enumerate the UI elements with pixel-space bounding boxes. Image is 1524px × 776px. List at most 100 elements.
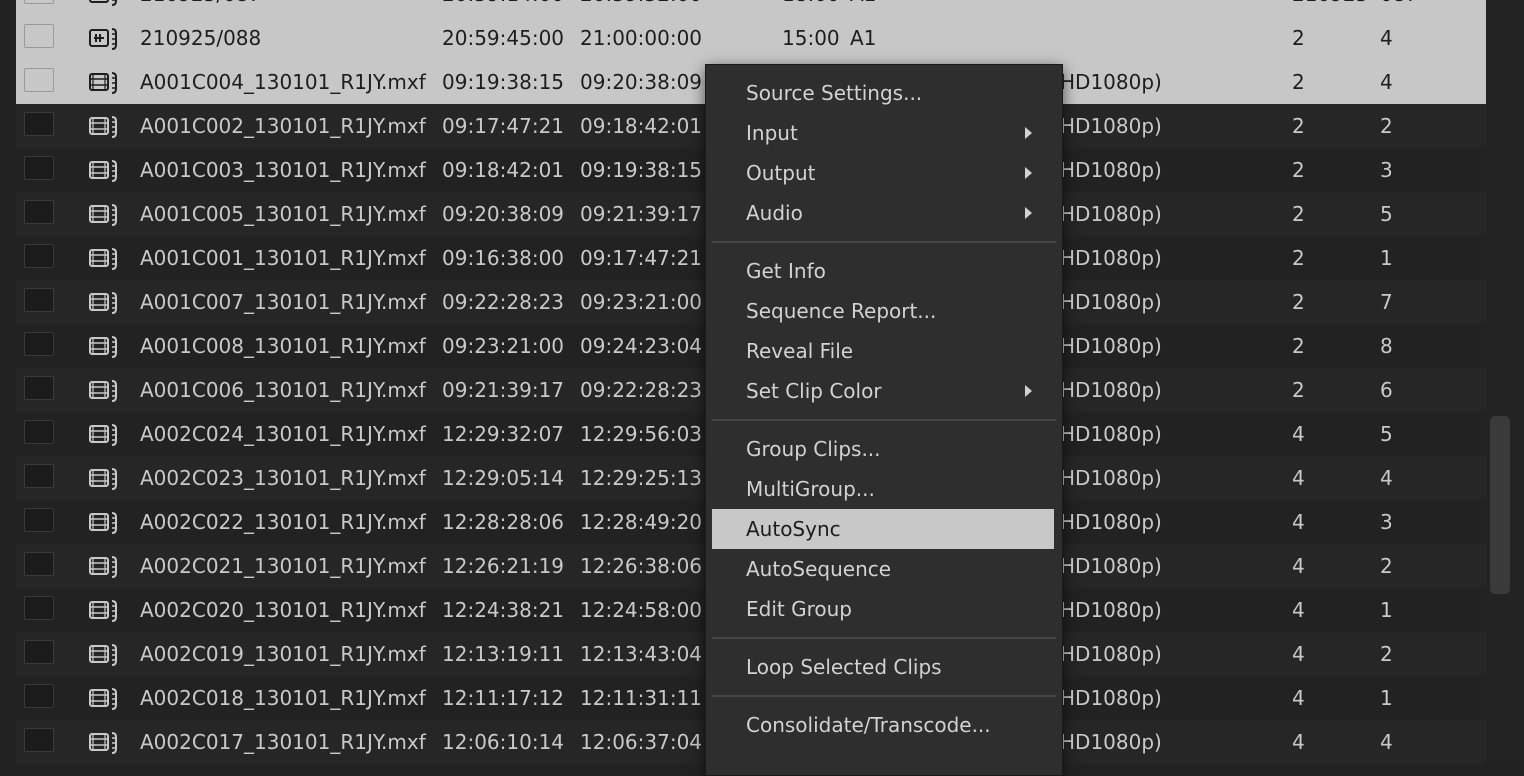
- clip-name: A002C017_130101_R1JY.mxf: [140, 730, 426, 754]
- menu-item-input[interactable]: Input: [712, 113, 1054, 153]
- source-in: 09:19:38:15: [442, 70, 565, 94]
- menu-item-sequence-report[interactable]: Sequence Report...: [712, 291, 1054, 331]
- row-checkbox[interactable]: [24, 288, 54, 312]
- source-in: 12:26:21:19: [442, 554, 565, 578]
- row-checkbox[interactable]: [24, 684, 54, 708]
- menu-item-multigroup[interactable]: MultiGroup...: [712, 469, 1054, 509]
- scrollbar-thumb[interactable]: [1490, 416, 1510, 594]
- video-audio-clip-icon: [88, 246, 120, 272]
- video-format: HD1080p): [1060, 686, 1162, 710]
- row-checkbox[interactable]: [24, 464, 54, 488]
- clip-name: A001C007_130101_R1JY.mxf: [140, 290, 426, 314]
- submenu-arrow-icon: [1025, 385, 1032, 397]
- row-checkbox[interactable]: [24, 68, 54, 92]
- video-audio-clip-icon: [88, 598, 120, 624]
- menu-item-group-clips[interactable]: Group Clips...: [712, 429, 1054, 469]
- menu-item-label: AutoSync: [746, 517, 841, 541]
- column-value-2: 4: [1380, 70, 1393, 94]
- video-format: HD1080p): [1060, 510, 1162, 534]
- source-in: 12:06:10:14: [442, 730, 565, 754]
- row-checkbox[interactable]: [24, 0, 54, 4]
- column-value-1: 210925: [1292, 0, 1368, 16]
- menu-item-source-settings[interactable]: Source Settings...: [712, 73, 1054, 113]
- clip-name: A002C018_130101_R1JY.mxf: [140, 686, 426, 710]
- column-value-1: 2: [1292, 114, 1305, 138]
- video-format: HD1080p): [1060, 422, 1162, 446]
- column-value-2: 2: [1380, 642, 1393, 666]
- row-checkbox[interactable]: [24, 728, 54, 752]
- row-checkbox[interactable]: [24, 420, 54, 444]
- menu-item-label: Audio: [746, 201, 803, 225]
- menu-separator: [712, 241, 1056, 243]
- source-in: 12:28:28:06: [442, 510, 565, 534]
- scrollbar-track[interactable]: [1486, 0, 1524, 760]
- row-checkbox[interactable]: [24, 112, 54, 136]
- video-audio-clip-icon: [88, 290, 120, 316]
- menu-item-label: MultiGroup...: [746, 477, 875, 501]
- source-in: 09:18:42:01: [442, 158, 565, 182]
- column-value-1: 2: [1292, 378, 1305, 402]
- row-checkbox[interactable]: [24, 200, 54, 224]
- row-checkbox[interactable]: [24, 640, 54, 664]
- video-format: HD1080p): [1060, 334, 1162, 358]
- row-checkbox[interactable]: [24, 552, 54, 576]
- menu-item-output[interactable]: Output: [712, 153, 1054, 193]
- table-row[interactable]: 210925/088 20:59:45:00 21:00:00:00 15:00 A1 2…: [16, 16, 1486, 60]
- source-in: 20:59:14:00: [442, 0, 564, 16]
- row-checkbox[interactable]: [24, 156, 54, 180]
- column-value-1: 4: [1292, 642, 1305, 666]
- video-format: HD1080p): [1060, 378, 1162, 402]
- menu-item-label: Source Settings...: [746, 81, 923, 105]
- source-in: 12:29:32:07: [442, 422, 565, 446]
- row-checkbox[interactable]: [24, 376, 54, 400]
- source-in: 09:20:38:09: [442, 202, 565, 226]
- column-value-2: 3: [1380, 158, 1393, 182]
- menu-item-label: Reveal File: [746, 339, 854, 363]
- menu-item-consolidate-transcode[interactable]: Consolidate/Transcode...: [712, 705, 1054, 745]
- menu-item-autosequence[interactable]: AutoSequence: [712, 549, 1054, 589]
- video-format: HD1080p): [1060, 290, 1162, 314]
- menu-item-autosync[interactable]: AutoSync: [712, 509, 1054, 549]
- source-out: 12:26:38:06: [580, 554, 703, 578]
- row-checkbox[interactable]: [24, 508, 54, 532]
- column-value-2: 7: [1380, 290, 1393, 314]
- source-out: 12:29:25:13: [580, 466, 703, 490]
- menu-item-loop-selected-clips[interactable]: Loop Selected Clips: [712, 647, 1054, 687]
- source-out: 09:24:23:04: [580, 334, 703, 358]
- clip-name: A002C023_130101_R1JY.mxf: [140, 466, 426, 490]
- video-audio-clip-icon: [88, 554, 120, 580]
- clip-name: A001C003_130101_R1JY.mxf: [140, 158, 426, 182]
- column-value-2: 4: [1380, 730, 1393, 754]
- column-value-2: 3: [1380, 510, 1393, 534]
- column-value-1: 4: [1292, 554, 1305, 578]
- menu-item-edit-group[interactable]: Edit Group: [712, 589, 1054, 629]
- video-format: HD1080p): [1060, 158, 1162, 182]
- row-checkbox[interactable]: [24, 244, 54, 268]
- source-in: 12:13:19:11: [442, 642, 565, 666]
- menu-item-reveal-file[interactable]: Reveal File: [712, 331, 1054, 371]
- video-audio-clip-icon: [88, 114, 120, 140]
- menu-item-get-info[interactable]: Get Info: [712, 251, 1054, 291]
- column-value-1: 4: [1292, 686, 1305, 710]
- video-format: HD1080p): [1060, 466, 1162, 490]
- column-value-1: 2: [1292, 334, 1305, 358]
- table-row[interactable]: 210925/087 20:59:14:00 20:59:32:00 18:00 A1 2…: [16, 0, 1486, 16]
- source-in: 09:22:28:23: [442, 290, 565, 314]
- submenu-arrow-icon: [1025, 127, 1032, 139]
- row-checkbox[interactable]: [24, 24, 54, 48]
- column-value-1: 4: [1292, 510, 1305, 534]
- tracks: A1: [850, 26, 877, 50]
- column-value-2: 2: [1380, 554, 1393, 578]
- source-out: 09:23:21:00: [580, 290, 703, 314]
- source-out: 12:13:43:04: [580, 642, 703, 666]
- clip-name: A001C001_130101_R1JY.mxf: [140, 246, 426, 270]
- multicam-clip-icon: [88, 26, 120, 52]
- menu-item-audio[interactable]: Audio: [712, 193, 1054, 233]
- column-value-2: 087: [1380, 0, 1418, 16]
- clip-name: A002C022_130101_R1JY.mxf: [140, 510, 426, 534]
- video-format: HD1080p): [1060, 70, 1162, 94]
- menu-item-set-clip-color[interactable]: Set Clip Color: [712, 371, 1054, 411]
- submenu-arrow-icon: [1025, 207, 1032, 219]
- row-checkbox[interactable]: [24, 332, 54, 356]
- row-checkbox[interactable]: [24, 596, 54, 620]
